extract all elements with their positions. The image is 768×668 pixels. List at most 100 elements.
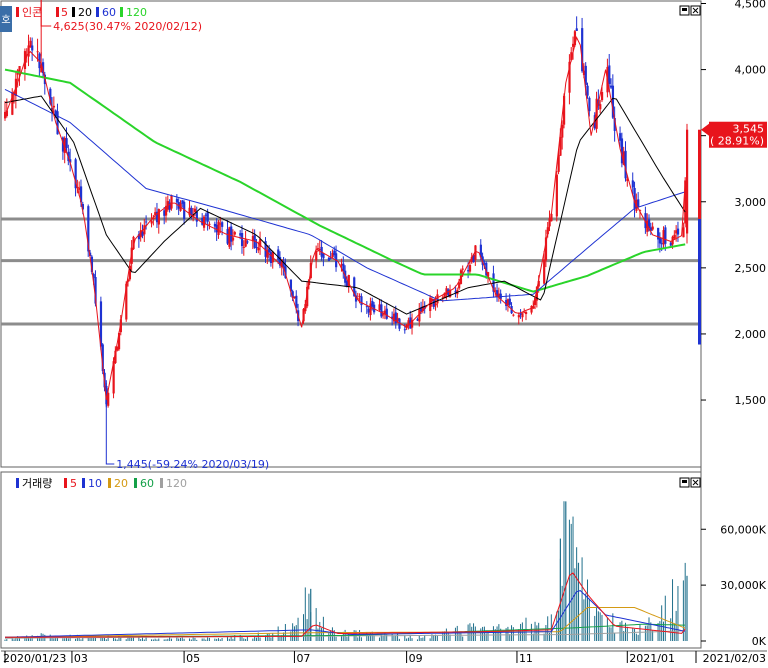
candle-body	[193, 208, 197, 212]
candle-body	[586, 85, 589, 96]
candle-body	[403, 329, 406, 331]
price-legend: 인콘 5 20 60 120	[16, 6, 147, 19]
candle-body	[65, 138, 68, 148]
candle-body	[242, 246, 245, 248]
candle-body	[231, 237, 235, 241]
candle-body	[676, 228, 680, 235]
price-tick-label: 3,000	[735, 196, 767, 209]
x-tick-label: 11	[519, 652, 533, 665]
candle-body	[360, 296, 363, 306]
volume-panel-frame	[0, 471, 702, 649]
legend-swatch-vol-ma20	[108, 478, 111, 488]
candle-body	[145, 221, 148, 223]
volume-tick-label: 0K	[752, 635, 767, 648]
legend-swatch-stock	[16, 7, 19, 17]
candle-body	[555, 174, 558, 217]
price-tick-label: 2,500	[735, 262, 767, 275]
candle-body	[316, 248, 320, 250]
candle-body	[175, 198, 179, 203]
candle-body	[36, 51, 39, 53]
candle-body	[233, 232, 236, 235]
candle-body	[382, 314, 385, 316]
legend-vol-ma10[interactable]: 10	[88, 477, 102, 490]
candle-body	[599, 104, 602, 110]
low-annotation-label: 1,445(-59.24% 2020/03/19)	[116, 458, 269, 471]
candle-body	[244, 238, 247, 247]
x-tick-label: 07	[296, 652, 310, 665]
legend-ma5[interactable]: 5	[61, 6, 68, 19]
stock-chart-window: 4,5004,0003,5003,0002,5002,0001,50060,00…	[0, 0, 768, 665]
legend-swatch-ma120	[120, 7, 123, 17]
x-tick-label: 2020/01/23	[3, 652, 66, 665]
candle-body	[637, 199, 640, 208]
legend-ma60[interactable]: 60	[102, 6, 116, 19]
candle-body	[240, 233, 244, 247]
candle-body	[588, 97, 591, 112]
legend-swatch-vol-ma5	[64, 478, 67, 488]
candle-body	[208, 223, 211, 225]
legend-volume-name[interactable]: 거래량	[22, 477, 52, 490]
candle-body	[673, 234, 676, 239]
candle-body	[631, 180, 634, 188]
candle-body	[512, 314, 515, 316]
candle-body	[322, 253, 325, 259]
candle-body	[664, 227, 667, 244]
candle-body	[31, 45, 34, 51]
y-axis-area	[701, 1, 767, 648]
maximize-icon-glyph	[682, 8, 687, 11]
price-tick-label: 1,500	[735, 394, 767, 407]
high-annotation-label: 4,625(30.47% 2020/02/12)	[53, 20, 202, 33]
volume-tick-label: 30,000K	[720, 579, 766, 592]
candle-body	[52, 105, 56, 108]
legend-vol-ma120[interactable]: 120	[166, 477, 187, 490]
legend-vol-ma20[interactable]: 20	[114, 477, 128, 490]
candle-body	[657, 227, 660, 240]
candle-body	[257, 247, 260, 251]
x-tick-label: 2021/01	[629, 652, 675, 665]
legend-swatch-volume	[16, 478, 19, 488]
candle-body	[651, 226, 654, 230]
x-tick-label: 03	[74, 652, 88, 665]
last-price-change: ( 28.91%)	[710, 135, 764, 148]
legend-ma20[interactable]: 20	[78, 6, 92, 19]
candle-body	[508, 298, 511, 305]
legend-vol-ma60[interactable]: 60	[140, 477, 154, 490]
period-badge-label: 호	[1, 14, 10, 26]
x-tick-label: 05	[186, 652, 200, 665]
legend-swatch-vol-ma120	[160, 478, 163, 488]
candle-body	[517, 315, 520, 318]
legend-swatch-vol-ma60	[134, 478, 137, 488]
maximize-icon-glyph	[682, 480, 687, 483]
last-price-tag: 3,545 ( 28.91%)	[701, 121, 767, 148]
price-tick-label: 4,500	[735, 0, 767, 10]
x-axis-ticks: 2020/01/23 03 05 07 09 11 2021/01 2021/02/03	[3, 651, 766, 665]
price-range-bar-up	[698, 129, 701, 219]
candle-body	[461, 268, 464, 270]
candle-body	[575, 28, 578, 31]
legend-swatch-ma60	[96, 7, 99, 17]
candle-body	[468, 264, 472, 272]
candle-body	[682, 227, 685, 238]
legend-swatch-ma5	[56, 7, 59, 17]
legend-stock-name[interactable]: 인콘	[22, 6, 42, 19]
candle-body	[365, 306, 369, 308]
candle-body	[206, 211, 209, 222]
x-tick-label: 09	[409, 652, 423, 665]
candle-body	[658, 238, 662, 244]
candle-body	[686, 129, 689, 234]
candle-body	[385, 308, 388, 319]
candle-body	[150, 221, 153, 224]
chart-canvas: 4,5004,0003,5003,0002,5002,0001,50060,00…	[0, 0, 767, 665]
candle-body	[202, 216, 206, 228]
candle-body	[608, 65, 611, 84]
legend-swatch-vol-ma10	[82, 478, 85, 488]
candle-body	[543, 259, 546, 284]
legend-vol-ma5[interactable]: 5	[70, 477, 77, 490]
price-tick-label: 2,000	[735, 328, 767, 341]
price-range-bar-down	[698, 218, 701, 345]
volume-tick-label: 60,000K	[720, 523, 766, 536]
legend-ma120[interactable]: 120	[126, 6, 147, 19]
price-tick-label: 4,000	[735, 64, 767, 77]
legend-swatch-ma20	[72, 7, 75, 17]
candle-body	[246, 241, 249, 243]
